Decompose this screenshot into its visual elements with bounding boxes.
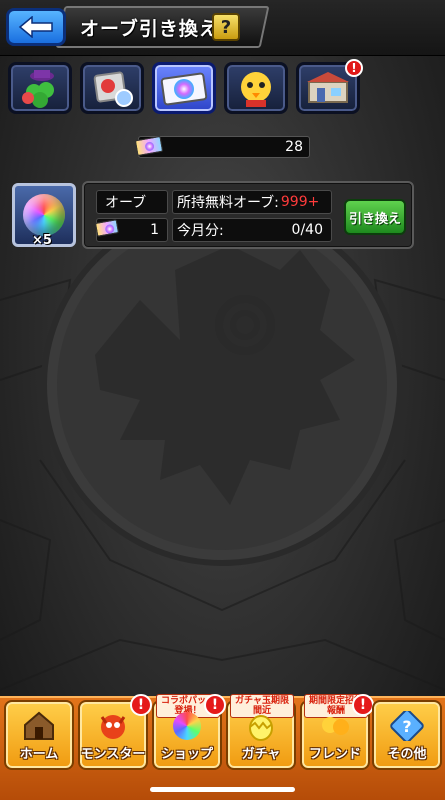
notification-badge: ! xyxy=(345,59,363,77)
friends-icon xyxy=(317,710,353,742)
monthly-cell: 今月分: 0/40 xyxy=(172,218,332,242)
ticket-balance-value: 28 xyxy=(285,139,303,155)
nav-friend-notice: ! xyxy=(352,694,374,716)
egg-icon xyxy=(243,710,279,742)
orb-exchange-panel: オーブ 1 所持無料オーブ: 999+ 今月分: 0/40 引き換え xyxy=(82,181,414,249)
free-orb-label: 所持無料オーブ: xyxy=(177,195,279,211)
help-button[interactable]: ? xyxy=(212,13,240,41)
nav-monster-label: モンスター xyxy=(80,747,146,762)
free-orb-cell: 所持無料オーブ: 999+ xyxy=(172,190,332,214)
tab-item-bag[interactable] xyxy=(80,62,144,114)
question-icon: ? xyxy=(389,710,425,742)
nav-gacha[interactable]: ガチャ玉期限間近 ガチャ xyxy=(226,694,296,770)
ticket-balance-bar: 28 xyxy=(138,136,310,158)
clover-hat-icon xyxy=(22,70,54,108)
exchange-button[interactable]: 引き換え xyxy=(344,199,406,235)
orb-icon xyxy=(169,710,205,742)
background-emblem xyxy=(0,204,445,691)
nav-home-label: ホーム xyxy=(19,747,59,762)
monthly-value: 0/40 xyxy=(291,222,323,238)
nav-shop-label: ショップ xyxy=(160,747,213,762)
nav-friend-label: フレンド xyxy=(308,747,361,762)
dragon-icon xyxy=(95,710,131,742)
nav-monster-notice: ! xyxy=(130,694,152,716)
tab-rainbow-ticket[interactable] xyxy=(152,62,216,114)
free-orb-value: 999+ xyxy=(280,194,320,210)
rainbow-ticket-icon xyxy=(160,72,208,106)
orb-multiplier: ×5 xyxy=(32,233,52,248)
tab-shop-building[interactable]: ! xyxy=(296,59,363,114)
nav-other[interactable]: ? その他 xyxy=(372,700,442,770)
shop-building-icon xyxy=(307,72,349,103)
header-bar: オーブ引き換え ? xyxy=(0,0,445,56)
item-bag-icon xyxy=(93,71,133,107)
background xyxy=(0,0,445,800)
nav-gacha-label: ガチャ xyxy=(241,747,281,762)
house-icon xyxy=(21,710,57,742)
tab-clover-hat[interactable] xyxy=(8,62,72,114)
nav-friend[interactable]: 期間限定招待報酬 ! フレンド xyxy=(300,694,374,770)
rainbow-orb-icon xyxy=(23,194,65,236)
nav-shop-notice: ! xyxy=(204,694,226,716)
orb-label: オーブ xyxy=(96,190,168,214)
category-tabs: ! xyxy=(8,59,438,118)
nav-shop[interactable]: コラボパック登場！ ! ショップ xyxy=(152,694,226,770)
nav-monster[interactable]: ! モンスター xyxy=(78,694,152,770)
home-indicator[interactable] xyxy=(150,787,295,792)
tab-chick-monster[interactable] xyxy=(224,62,288,114)
nav-home[interactable]: ホーム xyxy=(4,700,74,770)
arrow-left-icon xyxy=(18,16,53,38)
orb-label-text: オーブ xyxy=(105,195,147,211)
back-button[interactable] xyxy=(6,8,66,46)
ticket-cost-value: 1 xyxy=(150,222,159,238)
chick-monster-icon xyxy=(241,72,271,107)
page-title: オーブ引き換え xyxy=(80,18,219,40)
monthly-label: 今月分: xyxy=(177,223,224,239)
svg-text:?: ? xyxy=(402,717,411,736)
nav-other-label: その他 xyxy=(387,747,427,762)
